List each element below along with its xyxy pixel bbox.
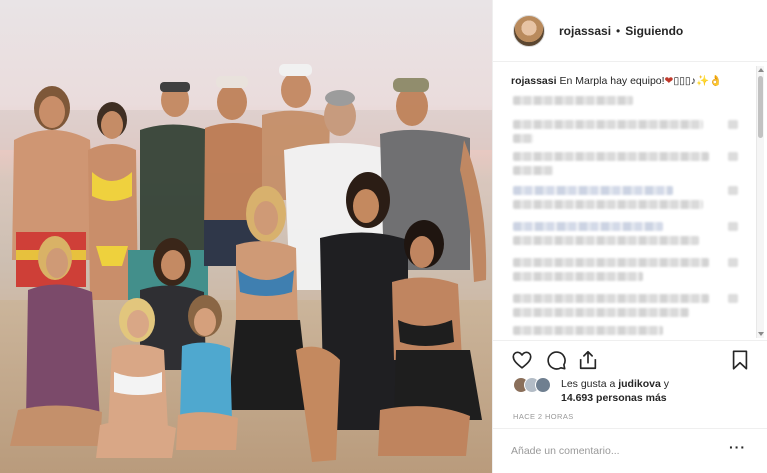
scroll-thumb[interactable]	[758, 76, 763, 138]
comment-icon[interactable]	[545, 349, 567, 371]
comment-input[interactable]	[511, 441, 721, 461]
blurred-comment	[513, 200, 703, 209]
bookmark-icon[interactable]	[729, 349, 751, 371]
comments-scrollbar[interactable]	[756, 66, 764, 338]
blurred-comment	[513, 152, 709, 161]
caption-username[interactable]: rojassasi	[511, 75, 557, 87]
liker-avatars	[513, 377, 559, 393]
likes-prefix: Les gusta a	[561, 378, 616, 390]
comment-like-icon[interactable]	[728, 152, 738, 161]
separator-dot: •	[616, 23, 621, 38]
comment-like-icon[interactable]	[728, 258, 738, 267]
comment-like-icon[interactable]	[728, 222, 738, 231]
comment-like-icon[interactable]	[728, 186, 738, 195]
comment-like-icon[interactable]	[728, 120, 738, 129]
post-actions-bar	[493, 340, 767, 378]
blurred-comment	[513, 236, 699, 245]
post-header: rojassasi • Siguiendo	[493, 0, 767, 62]
blurred-comment	[513, 272, 643, 281]
post-photo[interactable]	[0, 0, 492, 473]
comment-like-icon[interactable]	[728, 294, 738, 303]
follow-status-button[interactable]: Siguiendo	[625, 24, 683, 38]
sparkle-emoji: ✨👌	[695, 75, 723, 87]
comment-composer: ···	[493, 428, 767, 473]
blurred-comment	[513, 222, 663, 231]
likes-suffix: y	[663, 378, 669, 390]
caption-emoji-group: ▯▯▯♪	[673, 75, 696, 87]
more-options-icon[interactable]: ···	[729, 439, 746, 455]
heart-icon[interactable]	[511, 349, 533, 371]
share-icon[interactable]	[577, 349, 599, 371]
likes-count[interactable]: 14.693 personas más	[561, 392, 667, 404]
likes-summary[interactable]: Les gusta a judikova y 14.693 personas m…	[513, 376, 753, 408]
post-side-panel: rojassasi • Siguiendo rojassasi En Marpl…	[492, 0, 767, 473]
blurred-comment	[513, 308, 689, 317]
blurred-comment	[513, 120, 703, 129]
blurred-comment	[513, 258, 709, 267]
blurred-comment	[513, 96, 633, 105]
caption-text: En Marpla hay equipo!	[559, 75, 665, 87]
avatar[interactable]	[513, 14, 545, 47]
blurred-comment	[513, 326, 663, 335]
blurred-comment	[513, 166, 553, 175]
username-link[interactable]: rojassasi	[559, 24, 611, 38]
blurred-comment	[513, 134, 533, 143]
scroll-up-icon[interactable]	[758, 68, 764, 72]
liker-username[interactable]: judikova	[618, 378, 661, 390]
group-beach-photo	[0, 64, 492, 473]
scroll-down-icon[interactable]	[758, 332, 764, 336]
blurred-comment	[513, 294, 709, 303]
likes-line-1: Les gusta a judikova y	[561, 378, 669, 390]
comments-list[interactable]: rojassasi En Marpla hay equipo!❤▯▯▯♪✨👌	[493, 62, 767, 340]
post-caption: rojassasi En Marpla hay equipo!❤▯▯▯♪✨👌	[511, 74, 751, 88]
blurred-comment	[513, 186, 673, 195]
post-timestamp[interactable]: HACE 2 HORAS	[513, 412, 574, 421]
liker-avatar	[535, 377, 551, 393]
